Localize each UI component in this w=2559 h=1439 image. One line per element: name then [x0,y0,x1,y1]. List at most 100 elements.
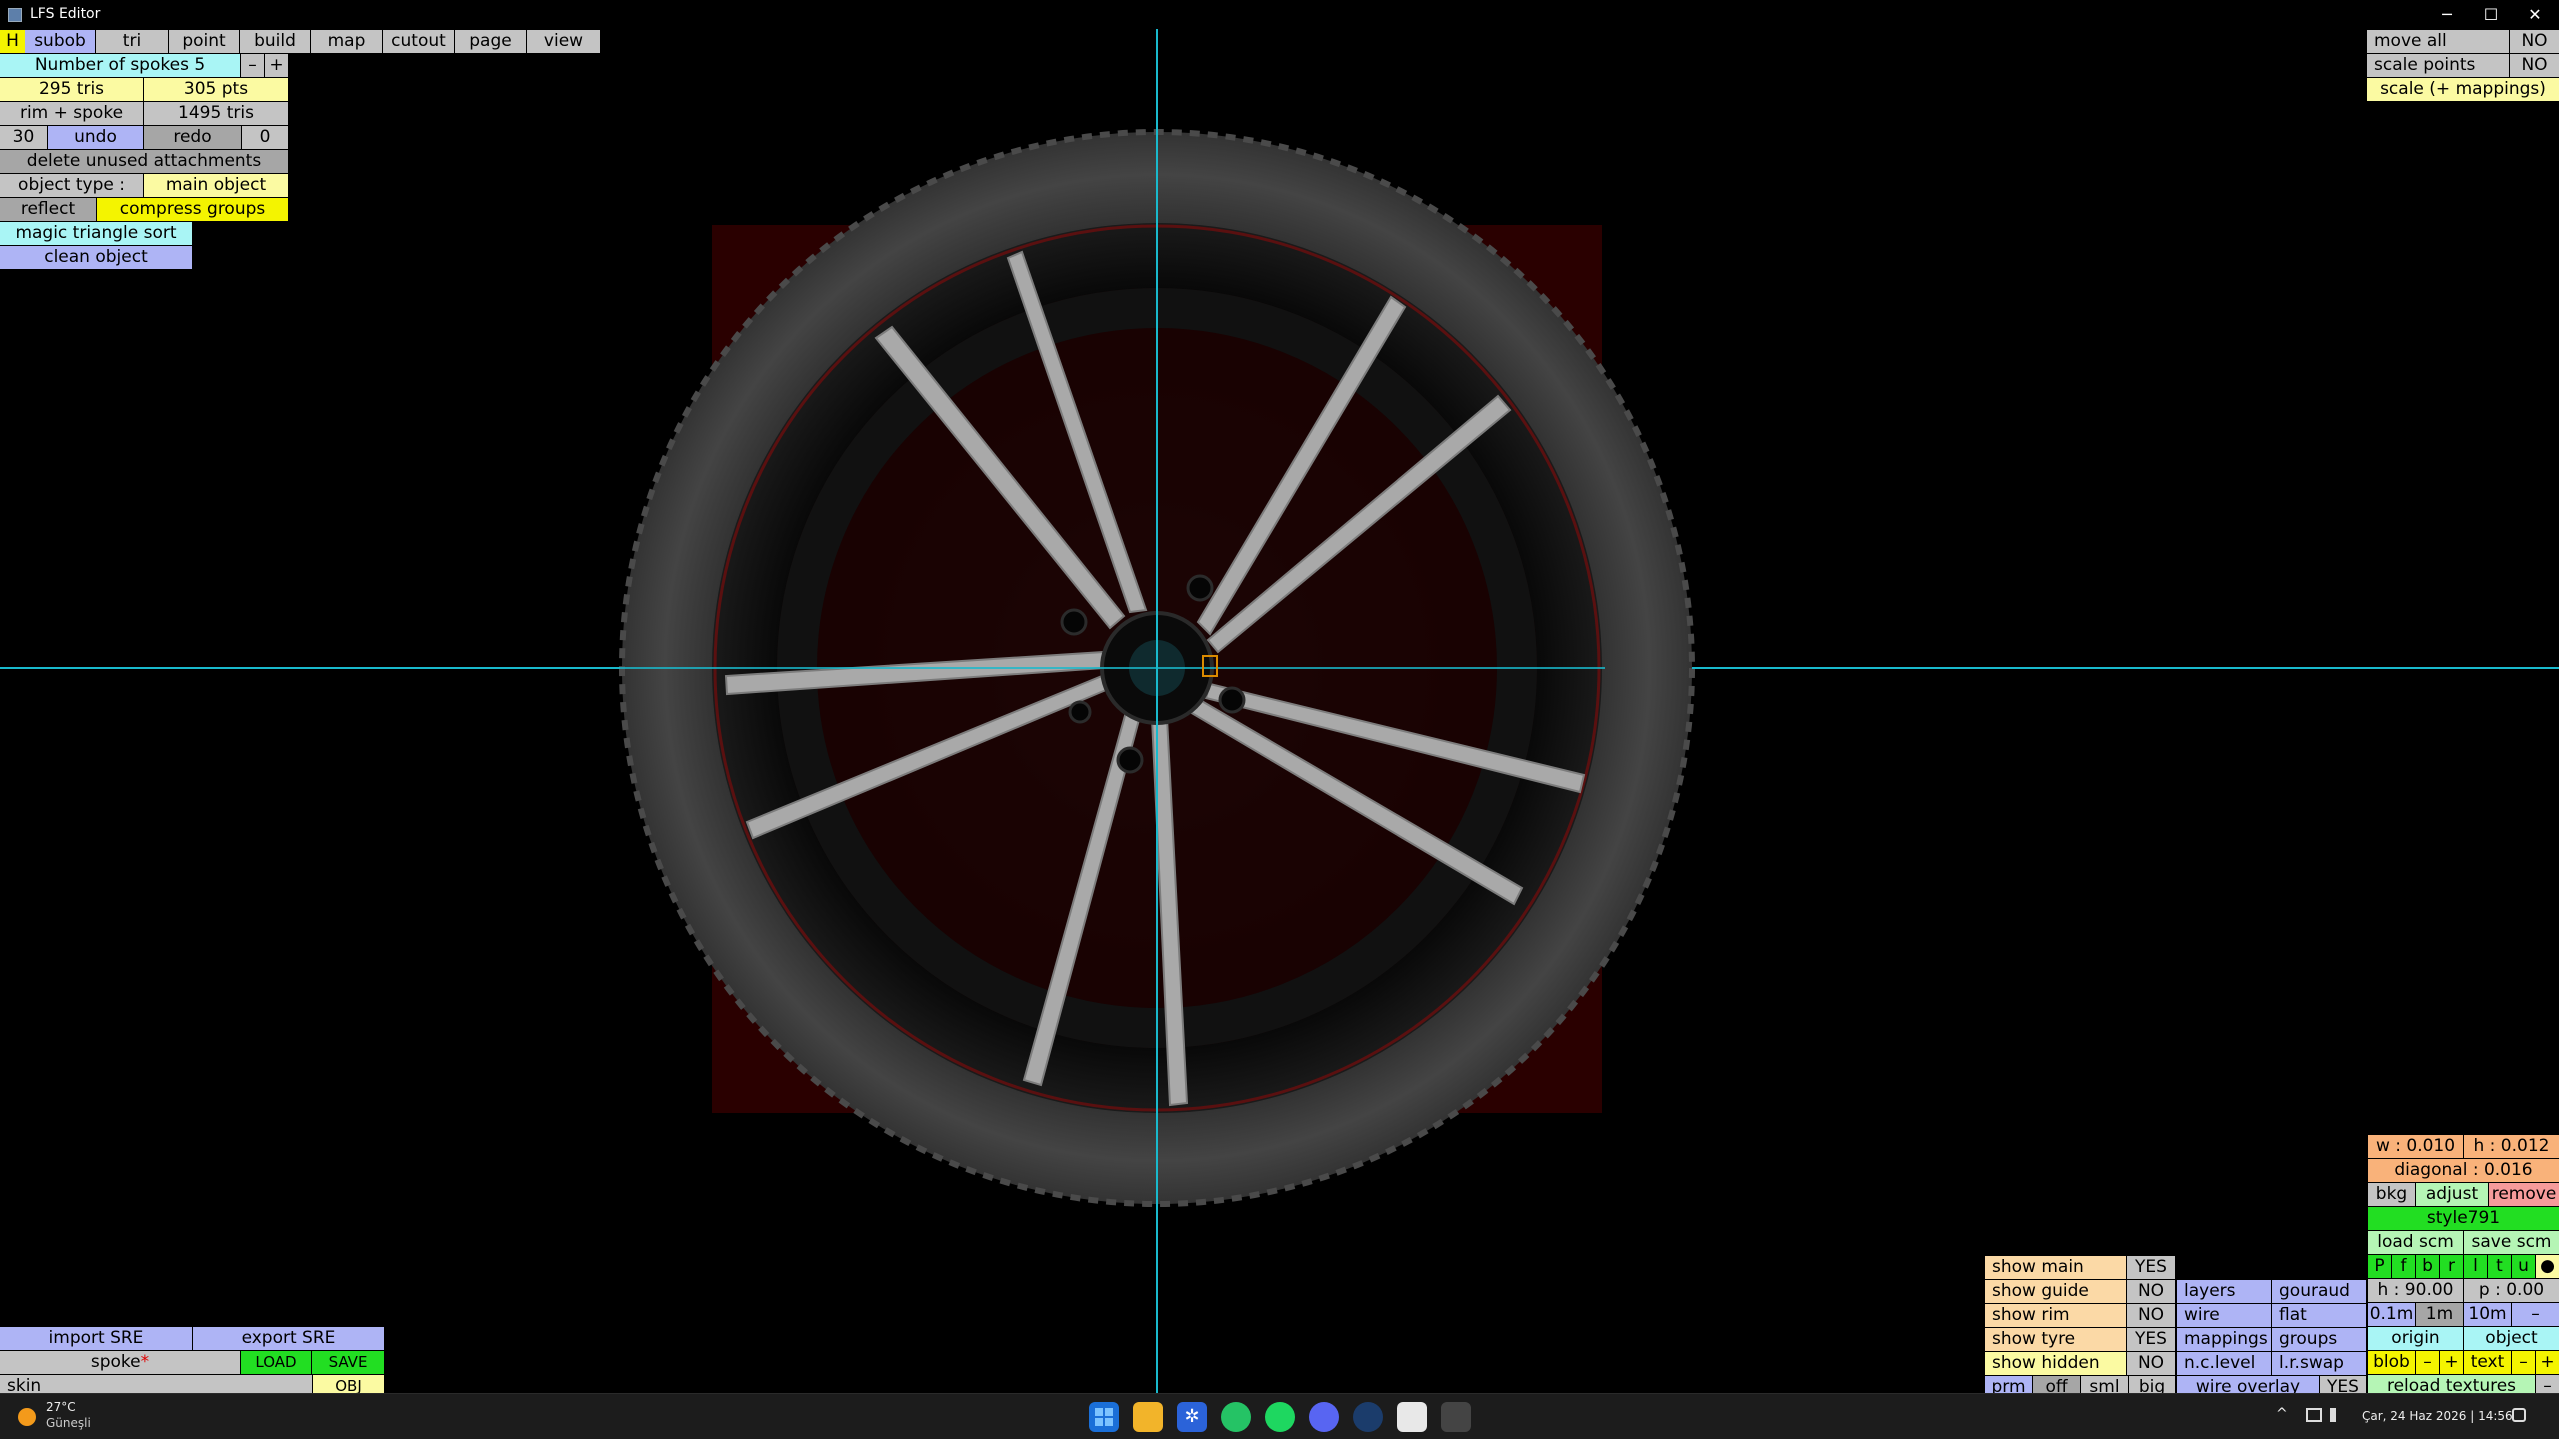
show-main-toggle[interactable]: YES [2127,1256,2175,1279]
grid-1m-button[interactable]: 1m [2416,1303,2463,1326]
minimize-button[interactable]: ─ [2425,2,2469,28]
spokes-minus-button[interactable]: – [241,54,264,77]
gouraud-button[interactable]: gouraud [2272,1280,2366,1303]
lr-swap-button[interactable]: l.r.swap [2272,1352,2366,1375]
view-left-button[interactable]: l [2464,1255,2487,1278]
3d-viewport[interactable] [0,29,2559,1393]
rim-spoke-label: rim + spoke [0,102,143,125]
grid-minus-button[interactable]: – [2512,1303,2559,1326]
view-back-button[interactable]: b [2416,1255,2439,1278]
show-rim-label: show rim [1985,1304,2126,1327]
blob-minus-button[interactable]: – [2416,1351,2439,1374]
load-scm-button[interactable]: load scm [2368,1231,2463,1254]
menu-cutout[interactable]: cutout [383,30,454,53]
tris-count: 295 tris [0,78,143,101]
discord-icon[interactable] [1309,1402,1339,1432]
import-sre-button[interactable]: import SRE [0,1327,192,1350]
nc-level-button[interactable]: n.c.level [2177,1352,2271,1375]
start-icon[interactable] [1089,1402,1119,1432]
origin-button[interactable]: origin [2368,1327,2463,1350]
reload-minus-button[interactable]: – [2536,1375,2559,1393]
crosshair-vertical [1156,29,1158,1393]
file-explorer-icon[interactable] [1133,1402,1163,1432]
spokes-count-label: Number of spokes 5 [0,54,240,77]
notification-icon[interactable] [2512,1408,2526,1422]
snowflake-app-icon[interactable]: ✲ [1177,1402,1207,1432]
reflect-button[interactable]: reflect [0,198,96,221]
show-hidden-toggle[interactable]: NO [2127,1352,2175,1375]
menu-tri[interactable]: tri [96,30,168,53]
spokes-plus-button[interactable]: + [265,54,288,77]
bkg-button[interactable]: bkg [2368,1183,2415,1206]
move-all-toggle[interactable]: NO [2510,30,2559,53]
blob-plus-button[interactable]: + [2440,1351,2463,1374]
style-name[interactable]: style791 [2368,1207,2559,1230]
mappings-button[interactable]: mappings [2177,1328,2271,1351]
grid-0.1m-button[interactable]: 0.1m [2368,1303,2415,1326]
remove-button[interactable]: remove [2489,1183,2559,1206]
menu-map[interactable]: map [311,30,382,53]
close-button[interactable]: ✕ [2513,2,2557,28]
flat-button[interactable]: flat [2272,1304,2366,1327]
view-under-button[interactable]: u [2512,1255,2535,1278]
date-time[interactable]: Çar, 24 Haz 2026 | 14:56 [2362,1409,2513,1423]
view-right-button[interactable]: r [2440,1255,2463,1278]
off-button[interactable]: off [2033,1376,2080,1393]
heading-readout: h : 90.00 [2368,1279,2463,1302]
load-button[interactable]: LOAD [241,1351,311,1374]
magic-triangle-sort-button[interactable]: magic triangle sort [0,222,192,245]
menu-subob[interactable]: subob [25,30,95,53]
sml-button[interactable]: sml [2081,1376,2128,1393]
spotify-icon[interactable] [1265,1402,1295,1432]
menu-point[interactable]: point [169,30,239,53]
show-tyre-toggle[interactable]: YES [2127,1328,2175,1351]
prm-button[interactable]: prm [1985,1376,2032,1393]
compress-groups-button[interactable]: compress groups [97,198,288,221]
obj-button[interactable]: OBJ [313,1375,384,1393]
delete-unused-attachments-button[interactable]: delete unused attachments [0,150,288,173]
menu-page[interactable]: page [455,30,526,53]
whatsapp-icon[interactable] [1221,1402,1251,1432]
adjust-button[interactable]: adjust [2416,1183,2488,1206]
text-plus-button[interactable]: + [2536,1351,2559,1374]
lfs-editor-icon[interactable] [1441,1402,1471,1432]
maximize-button[interactable]: ☐ [2469,2,2513,28]
wire-overlay-toggle[interactable]: YES [2320,1376,2366,1393]
groups-button[interactable]: groups [2272,1328,2366,1351]
view-top-button[interactable]: t [2488,1255,2511,1278]
layers-button[interactable]: layers [2177,1280,2271,1303]
save-button[interactable]: SAVE [312,1351,384,1374]
view-front-button[interactable]: f [2392,1255,2415,1278]
wheel-render [0,29,2559,1393]
undo-count: 30 [0,126,47,149]
rim-tris-count: 1495 tris [144,102,288,125]
text-label: text [2464,1351,2511,1374]
menu-view[interactable]: view [527,30,600,53]
steam-icon[interactable] [1353,1402,1383,1432]
grid-10m-button[interactable]: 10m [2464,1303,2511,1326]
text-minus-button[interactable]: – [2512,1351,2535,1374]
redo-button[interactable]: redo [144,126,241,149]
tray-chevron-icon[interactable]: ^ [2276,1406,2288,1422]
show-guide-toggle[interactable]: NO [2127,1280,2175,1303]
object-type-value[interactable]: main object [144,174,288,197]
big-button[interactable]: big [2129,1376,2175,1393]
clean-object-button[interactable]: clean object [0,246,192,269]
scale-mappings-button[interactable]: scale (+ mappings) [2367,78,2559,101]
wire-button[interactable]: wire [2177,1304,2271,1327]
object-button[interactable]: object [2464,1327,2559,1350]
volume-icon[interactable] [2330,1408,2344,1422]
show-rim-toggle[interactable]: NO [2127,1304,2175,1327]
view-perspective-button[interactable]: P [2368,1255,2391,1278]
scale-points-toggle[interactable]: NO [2510,54,2559,77]
export-sre-button[interactable]: export SRE [193,1327,384,1350]
menu-build[interactable]: build [240,30,310,53]
network-icon[interactable] [2306,1408,2322,1422]
title-bar: LFS Editor ─ ☐ ✕ [0,0,2559,29]
menu-h[interactable]: H [0,30,25,53]
undo-button[interactable]: undo [48,126,143,149]
save-scm-button[interactable]: save scm [2464,1231,2559,1254]
reload-textures-button[interactable]: reload textures [2368,1375,2535,1393]
lfs-app-icon[interactable] [1397,1402,1427,1432]
view-dot-button[interactable]: ● [2536,1255,2559,1278]
